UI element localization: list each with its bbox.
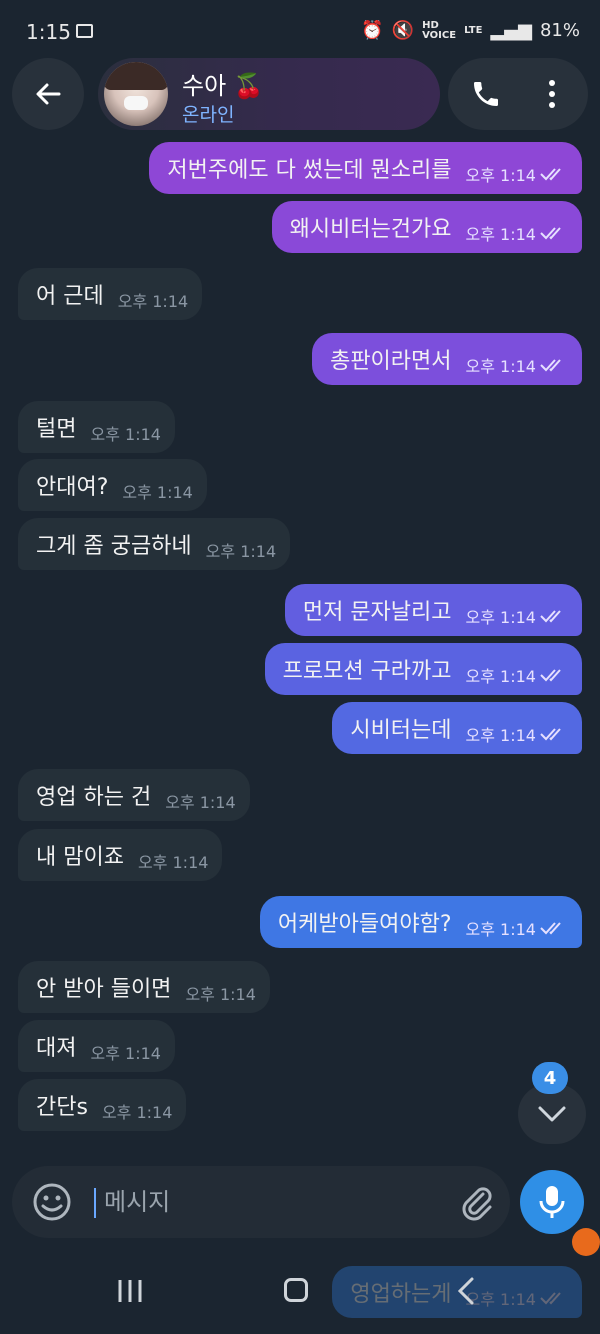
message-time: 오후 1:14 <box>465 357 536 376</box>
message-text: 그게 좀 궁금하네 <box>36 534 192 559</box>
message-time: 오후 1:14 <box>101 1103 173 1122</box>
message-text: 대져 <box>36 1036 77 1061</box>
message-bubble-incoming[interactable]: 털면 오후 1:14 <box>18 401 175 453</box>
message-text: 내 맘이죠 <box>36 845 124 870</box>
avatar[interactable] <box>104 62 168 126</box>
message-time: 오후 1:14 <box>205 542 277 561</box>
text-cursor <box>94 1188 96 1218</box>
message-time: 오후 1:14 <box>122 483 193 502</box>
voice-message-button[interactable] <box>520 1170 584 1234</box>
gallery-notification-icon <box>76 24 93 38</box>
call-button[interactable] <box>464 72 508 116</box>
message-bubble-outgoing[interactable]: 왜시비터는건가요 오후 1:14 <box>271 201 582 253</box>
message-bubble-incoming[interactable]: 간단s 오후 1:14 <box>18 1079 187 1131</box>
message-text: 안대여? <box>36 475 109 500</box>
contact-name: 수아 🍒 <box>182 72 264 100</box>
message-bubble-incoming[interactable]: 영업 하는 건 오후 1:14 <box>18 769 250 821</box>
message-time: 오후 1:14 <box>165 793 236 812</box>
status-bar: 1:15 ⏰ 🔇 HD VOICE LTE ▂▄▆ 81% <box>0 0 600 60</box>
message-time: 오후 1:14 <box>465 225 536 244</box>
message-bubble-outgoing[interactable]: 어케받아들여야함? 오후 1:14 <box>259 896 582 948</box>
message-bubble-incoming[interactable]: 그게 좀 궁금하네 오후 1:14 <box>18 518 291 570</box>
message-bubble-outgoing[interactable]: 프로모션 구라까고 오후 1:14 <box>264 643 582 695</box>
chat-header: 수아 🍒 온라인 <box>0 58 600 134</box>
message-time: 오후 1:14 <box>90 425 161 444</box>
double-check-icon <box>540 728 561 741</box>
contact-status: 온라인 <box>182 104 235 126</box>
message-text: 영업 하는 건 <box>36 785 152 810</box>
home-button[interactable] <box>284 1278 308 1302</box>
mute-icon: 🔇 <box>391 20 415 41</box>
status-icons: ⏰ 🔇 HD VOICE LTE ▂▄▆ 81% <box>361 20 580 41</box>
message-bubble-outgoing[interactable]: 시비터는데 오후 1:14 <box>332 702 582 754</box>
message-composer <box>12 1166 510 1238</box>
message-text: 왜시비터는건가요 <box>289 217 452 242</box>
message-text: 먼저 문자날리고 <box>302 600 452 625</box>
message-time: 오후 1:14 <box>465 166 536 185</box>
message-time: 오후 1:14 <box>137 853 209 872</box>
message-text: 털면 <box>36 417 77 442</box>
message-bubble-outgoing[interactable]: 총판이라면서 오후 1:14 <box>312 333 582 385</box>
double-check-icon <box>540 359 561 372</box>
back-button[interactable] <box>12 58 84 130</box>
message-bubble-incoming[interactable]: 어 근데 오후 1:14 <box>18 268 203 320</box>
message-text: 시비터는데 <box>350 718 452 743</box>
message-bubble-outgoing[interactable]: 먼저 문자날리고 오후 1:14 <box>284 584 582 636</box>
contact-info[interactable]: 수아 🍒 온라인 <box>98 58 440 130</box>
message-input[interactable] <box>102 1184 406 1220</box>
header-actions <box>448 58 588 130</box>
status-time: 1:15 <box>26 20 71 44</box>
hd-voice-label: HD VOICE <box>422 19 457 41</box>
message-bubble-incoming[interactable]: 안대여? 오후 1:14 <box>18 459 207 511</box>
message-text: 프로모션 구라까고 <box>282 659 452 684</box>
emoji-icon[interactable] <box>32 1182 72 1222</box>
message-bubble-outgoing[interactable]: 저번주에도 다 썼는데 뭔소리를 오후 1:14 <box>149 142 582 194</box>
recent-apps-icon[interactable] <box>116 1278 144 1304</box>
message-text: 어케받아들여야함? <box>277 912 452 937</box>
message-text: 간단s <box>36 1095 88 1120</box>
message-time: 오후 1:14 <box>117 292 189 311</box>
system-navigation-bar <box>0 1254 600 1334</box>
message-time: 오후 1:14 <box>465 920 536 939</box>
lte-label: LTE <box>464 24 483 36</box>
more-vertical-icon <box>549 80 555 108</box>
message-time: 오후 1:14 <box>465 608 536 627</box>
message-text: 저번주에도 다 썼는데 뭔소리를 <box>167 158 452 183</box>
message-bubble-incoming[interactable]: 대져 오후 1:14 <box>18 1020 175 1072</box>
message-text: 어 근데 <box>36 284 104 309</box>
alarm-icon: ⏰ <box>361 20 384 41</box>
floating-app-icon[interactable] <box>572 1228 600 1256</box>
message-time: 오후 1:14 <box>465 667 536 686</box>
message-time: 오후 1:14 <box>465 726 536 745</box>
message-time: 오후 1:14 <box>90 1044 161 1063</box>
unread-count-badge: 4 <box>532 1062 568 1094</box>
message-text: 안 받아 들이면 <box>36 977 172 1002</box>
message-bubble-incoming[interactable]: 내 맘이죠 오후 1:14 <box>18 829 223 881</box>
double-check-icon <box>540 669 561 682</box>
double-check-icon <box>540 922 561 935</box>
phone-icon <box>474 82 498 106</box>
double-check-icon <box>540 168 561 181</box>
microphone-icon <box>539 1186 565 1218</box>
chevron-down-icon <box>538 1106 566 1122</box>
back-nav-icon[interactable] <box>456 1276 476 1306</box>
paperclip-icon[interactable] <box>456 1182 496 1222</box>
signal-icon: ▂▄▆ <box>490 20 532 41</box>
message-bubble-incoming[interactable]: 안 받아 들이면 오후 1:14 <box>18 961 270 1013</box>
more-options-button[interactable] <box>532 72 572 116</box>
message-text: 총판이라면서 <box>330 349 452 374</box>
message-time: 오후 1:14 <box>185 985 256 1004</box>
double-check-icon <box>540 227 561 240</box>
arrow-left-icon <box>36 83 61 105</box>
battery-level: 81% <box>539 20 580 41</box>
double-check-icon <box>540 610 561 623</box>
